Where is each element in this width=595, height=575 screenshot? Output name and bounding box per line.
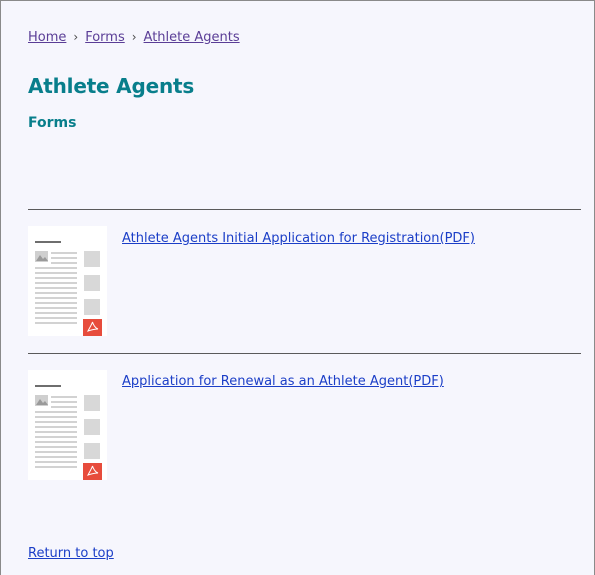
breadcrumb-separator: › — [131, 30, 137, 44]
breadcrumb-home-link[interactable]: Home — [28, 30, 66, 45]
breadcrumb-forms-link[interactable]: Forms — [85, 30, 125, 45]
pdf-document-icon[interactable] — [28, 226, 107, 336]
document-link[interactable]: Application for Renewal as an Athlete Ag… — [122, 374, 444, 389]
document-link[interactable]: Athlete Agents Initial Application for R… — [122, 231, 475, 246]
section-title: Forms — [28, 115, 77, 131]
breadcrumb-athlete-agents-link[interactable]: Athlete Agents — [144, 30, 240, 45]
breadcrumb: Home › Forms › Athlete Agents — [28, 30, 240, 45]
divider — [28, 353, 581, 354]
page-title: Athlete Agents — [28, 74, 195, 98]
return-to-top-link[interactable]: Return to top — [28, 546, 114, 561]
breadcrumb-separator: › — [73, 30, 79, 44]
divider — [28, 209, 581, 210]
pdf-document-icon[interactable] — [28, 370, 107, 480]
